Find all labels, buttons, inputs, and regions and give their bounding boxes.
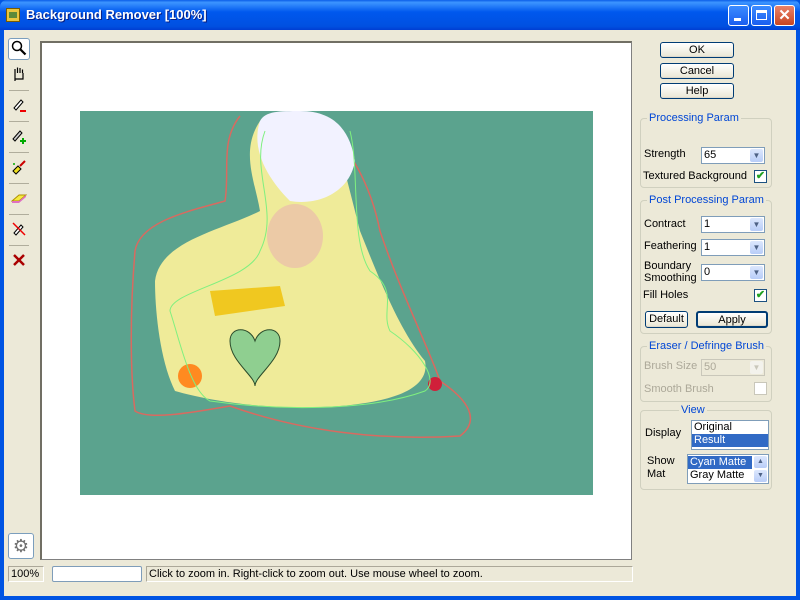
- brush-size-label: Brush Size: [644, 360, 698, 372]
- toolbar-separator: [9, 90, 29, 91]
- boundary-label: Boundary: [644, 260, 692, 272]
- eraser-icon: [10, 190, 28, 209]
- feathering-value: 1: [704, 241, 711, 253]
- toolbar-separator: [9, 121, 29, 122]
- matte-listbox[interactable]: Cyan Matte Gray Matte ▲ ▼: [687, 454, 769, 484]
- x-delete-icon: [12, 253, 26, 270]
- chevron-down-icon: ▼: [750, 361, 763, 374]
- remove-marker-tool[interactable]: [8, 95, 30, 117]
- ok-button[interactable]: OK: [660, 42, 734, 58]
- settings-button[interactable]: ⚙: [8, 533, 34, 559]
- add-marker-tool[interactable]: [8, 126, 30, 148]
- check-icon: ✔: [755, 170, 766, 182]
- chevron-down-icon: ▼: [757, 472, 764, 479]
- help-button[interactable]: Help: [660, 83, 734, 99]
- magic-brush-icon: [11, 159, 27, 178]
- contract-label: Contract: [644, 218, 686, 230]
- group-title: Processing Param: [647, 112, 741, 124]
- toolbar-separator: [9, 183, 29, 184]
- maximize-button[interactable]: [751, 5, 772, 26]
- face: [267, 204, 323, 268]
- display-option-result[interactable]: Result: [692, 434, 768, 447]
- zoom-tool[interactable]: [8, 38, 30, 60]
- check-icon: ✔: [755, 289, 766, 301]
- clear-markers-tool[interactable]: [8, 219, 30, 241]
- show-label: Show: [647, 455, 675, 467]
- scroll-down-button[interactable]: ▼: [754, 470, 767, 482]
- zoom-level: 100%: [8, 566, 44, 582]
- marker-plus-icon: [11, 128, 27, 147]
- chevron-up-icon: ▲: [757, 458, 764, 465]
- contract-dropdown[interactable]: 1 ▼: [701, 216, 765, 233]
- display-label: Display: [645, 427, 682, 439]
- group-title: Eraser / Defringe Brush: [647, 340, 766, 352]
- strength-dropdown[interactable]: 65 ▼: [701, 147, 765, 164]
- group-title: Post Processing Param: [647, 194, 766, 206]
- clear-marker-icon: [11, 221, 27, 240]
- matte-option-gray[interactable]: Gray Matte: [688, 469, 752, 482]
- minimize-button[interactable]: [728, 5, 749, 26]
- smooth-brush-checkbox[interactable]: [754, 382, 767, 395]
- fill-holes-checkbox[interactable]: ✔: [754, 289, 767, 302]
- app-window: Background Remover [100%] ✕ ⚙ 100% Click…: [0, 0, 800, 600]
- mat-label: Mat: [647, 468, 666, 480]
- delete-tool[interactable]: [8, 250, 30, 272]
- image-canvas[interactable]: [40, 41, 632, 560]
- title-bar[interactable]: Background Remover [100%] ✕: [0, 0, 800, 30]
- close-icon: ✕: [778, 7, 791, 24]
- cancel-button[interactable]: Cancel: [660, 63, 734, 79]
- group-title: View: [679, 404, 707, 416]
- boundary-smoothing-dropdown[interactable]: 0 ▼: [701, 264, 765, 281]
- dialog-client: ⚙ 100% Click to zoom in. Right-click to …: [4, 30, 796, 596]
- display-listbox[interactable]: Original Result: [691, 420, 769, 450]
- contract-value: 1: [704, 218, 711, 230]
- smooth-brush-label: Smooth Brush: [644, 383, 714, 395]
- flower: [178, 364, 202, 388]
- chevron-down-icon: ▼: [750, 266, 763, 279]
- magnifier-icon: [11, 40, 27, 59]
- chevron-down-icon: ▼: [750, 241, 763, 254]
- scroll-up-button[interactable]: ▲: [754, 456, 767, 468]
- matte-option-cyan[interactable]: Cyan Matte: [688, 456, 752, 469]
- brush-size-dropdown[interactable]: 50 ▼: [701, 359, 765, 376]
- gear-icon: ⚙: [12, 535, 30, 556]
- status-message: Click to zoom in. Right-click to zoom ou…: [146, 566, 633, 582]
- smoothing-label: Smoothing: [644, 272, 697, 284]
- hand-icon: [11, 66, 27, 85]
- window-title: Background Remover [100%]: [26, 7, 207, 22]
- hand-tool[interactable]: [8, 64, 30, 86]
- toolbar-separator: [9, 214, 29, 215]
- boundary-smoothing-value: 0: [704, 266, 711, 278]
- photo-subject: [130, 111, 471, 438]
- app-icon: [6, 8, 20, 22]
- fill-holes-label: Fill Holes: [643, 289, 689, 301]
- textured-background-label: Textured Background: [643, 170, 747, 182]
- eraser-tool[interactable]: [8, 188, 30, 210]
- chevron-down-icon: ▼: [750, 218, 763, 231]
- feathering-dropdown[interactable]: 1 ▼: [701, 239, 765, 256]
- textured-background-checkbox[interactable]: ✔: [754, 170, 767, 183]
- toolbar-separator: [9, 152, 29, 153]
- feathering-label: Feathering: [644, 240, 697, 252]
- magic-brush-tool[interactable]: [8, 157, 30, 179]
- close-button[interactable]: ✕: [774, 5, 795, 26]
- apply-button[interactable]: Apply: [696, 311, 768, 328]
- display-option-original[interactable]: Original: [692, 421, 768, 434]
- default-button[interactable]: Default: [645, 311, 688, 328]
- brush-size-value: 50: [704, 361, 717, 373]
- chevron-down-icon: ▼: [750, 149, 763, 162]
- marker-minus-icon: [11, 97, 27, 116]
- status-field: [52, 566, 142, 582]
- tool-palette: [8, 38, 34, 276]
- strength-label: Strength: [644, 148, 686, 160]
- strength-value: 65: [704, 149, 717, 161]
- result-image[interactable]: [80, 111, 593, 495]
- toolbar-separator: [9, 245, 29, 246]
